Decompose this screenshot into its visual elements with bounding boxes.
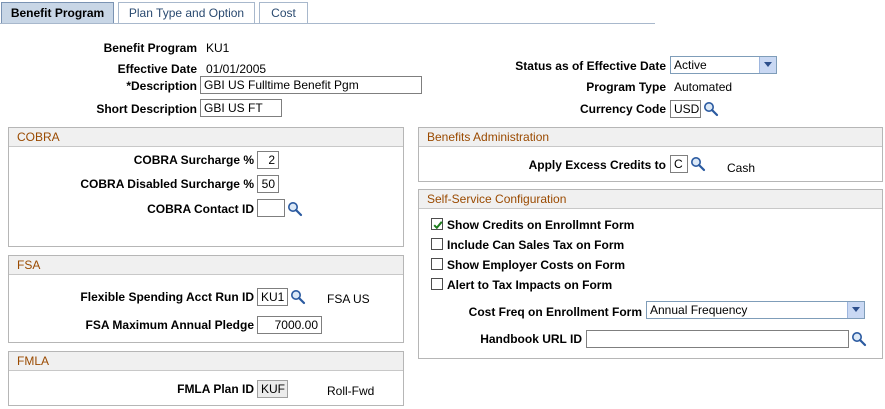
cobra-contact-id-input[interactable] — [257, 199, 285, 217]
chevron-down-icon[interactable] — [759, 57, 776, 73]
fsa-group-title: FSA — [9, 256, 403, 275]
benefit-program-label: Benefit Program — [103, 41, 197, 55]
tab-separator — [0, 23, 655, 24]
fsa-run-id-label: Flexible Spending Acct Run ID — [80, 290, 254, 304]
cost-freq-select-value: Annual Frequency — [650, 303, 748, 317]
status-label: Status as of Effective Date — [515, 59, 666, 73]
benefits-administration-title: Benefits Administration — [419, 128, 882, 147]
fmla-plan-id-input[interactable]: KUF — [257, 380, 288, 398]
search-icon[interactable] — [287, 201, 303, 217]
status-select[interactable]: Active — [670, 56, 777, 74]
cobra-disabled-surcharge-input[interactable]: 50 — [257, 175, 279, 193]
effective-date-label: Effective Date — [117, 62, 197, 76]
fmla-plan-id-label: FMLA Plan ID — [177, 382, 254, 396]
handbook-url-id-label: Handbook URL ID — [480, 332, 582, 346]
cost-freq-select[interactable]: Annual Frequency — [646, 301, 865, 319]
tab-label: Cost — [271, 6, 296, 20]
apply-excess-credits-input[interactable]: C — [670, 155, 688, 173]
tab-label: Benefit Program — [10, 6, 105, 20]
search-icon[interactable] — [851, 331, 867, 347]
show-employer-costs-label: Show Employer Costs on Form — [447, 258, 626, 272]
fsa-max-pledge-input[interactable]: 7000.00 — [257, 316, 322, 334]
handbook-url-id-input[interactable] — [586, 330, 849, 348]
cobra-contact-id-label: COBRA Contact ID — [147, 202, 254, 216]
tab-cost[interactable]: Cost — [259, 2, 308, 23]
program-type-value: Automated — [674, 80, 733, 94]
search-icon[interactable] — [290, 289, 306, 305]
fmla-plan-id-description: Roll-Fwd — [327, 384, 375, 398]
show-credits-label: Show Credits on Enrollmnt Form — [447, 218, 635, 232]
fmla-group-title: FMLA — [9, 352, 403, 371]
description-label: *Description — [126, 79, 197, 93]
self-service-configuration-title: Self-Service Configuration — [419, 190, 882, 209]
description-input[interactable]: GBI US Fulltime Benefit Pgm — [200, 76, 422, 94]
tab-plan-type-and-option[interactable]: Plan Type and Option — [118, 2, 255, 23]
show-employer-costs-checkbox[interactable] — [431, 258, 443, 270]
alert-tax-impacts-label: Alert to Tax Impacts on Form — [447, 278, 613, 292]
fsa-max-pledge-label: FSA Maximum Annual Pledge — [85, 318, 254, 332]
apply-excess-credits-description: Cash — [727, 161, 756, 175]
apply-excess-credits-label: Apply Excess Credits to — [528, 158, 666, 172]
include-can-sales-tax-label: Include Can Sales Tax on Form — [447, 238, 625, 252]
search-icon[interactable] — [690, 156, 706, 172]
status-select-value: Active — [674, 58, 707, 72]
show-credits-checkbox[interactable] — [431, 218, 443, 230]
chevron-down-icon[interactable] — [847, 302, 864, 318]
cobra-surcharge-input[interactable]: 2 — [257, 151, 279, 169]
cost-freq-label: Cost Freq on Enrollment Form — [468, 305, 642, 319]
search-icon[interactable] — [703, 101, 719, 117]
short-description-input[interactable]: GBI US FT — [200, 99, 282, 117]
benefits-administration-group: Benefits Administration — [418, 127, 883, 182]
tab-label: Plan Type and Option — [128, 6, 245, 20]
currency-code-input[interactable]: USD — [670, 100, 701, 118]
fsa-run-id-description: FSA US — [327, 292, 370, 306]
short-description-label: Short Description — [96, 102, 197, 116]
benefit-program-value: KU1 — [206, 41, 230, 55]
fsa-run-id-input[interactable]: KU1 — [257, 288, 288, 306]
cobra-group-title: COBRA — [9, 128, 403, 147]
cobra-surcharge-label: COBRA Surcharge % — [133, 153, 254, 167]
alert-tax-impacts-checkbox[interactable] — [431, 278, 443, 290]
cobra-disabled-surcharge-label: COBRA Disabled Surcharge % — [80, 177, 254, 191]
effective-date-value: 01/01/2005 — [206, 62, 267, 76]
include-can-sales-tax-checkbox[interactable] — [431, 238, 443, 250]
program-type-label: Program Type — [586, 80, 666, 94]
tab-benefit-program[interactable]: Benefit Program — [1, 2, 114, 23]
currency-code-label: Currency Code — [579, 102, 666, 116]
